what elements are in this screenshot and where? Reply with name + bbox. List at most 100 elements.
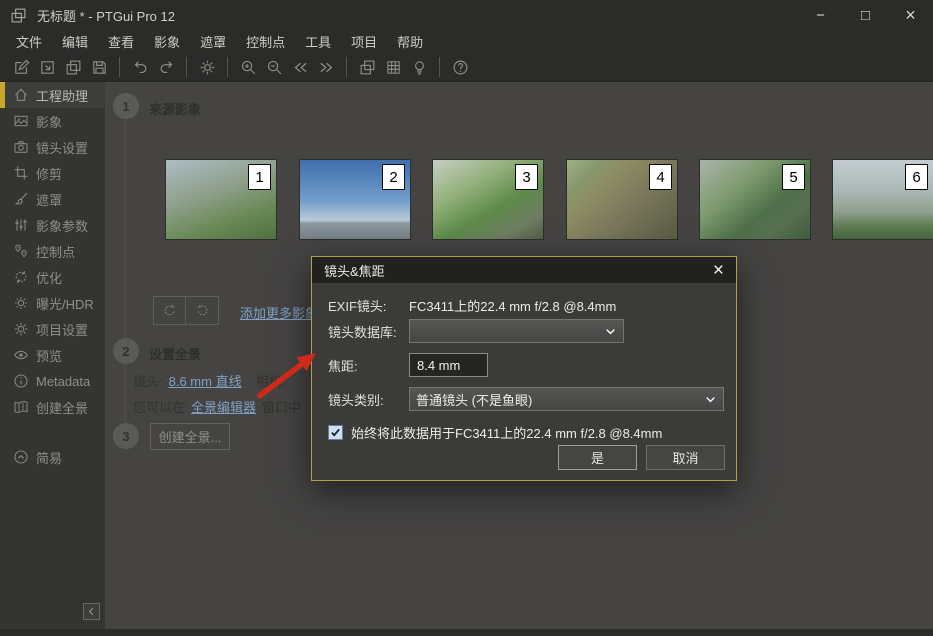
window-controls: − □ × (798, 0, 933, 30)
chevron-left-icon (86, 606, 97, 617)
menu-mask[interactable]: 遮罩 (190, 30, 236, 53)
check-icon (330, 427, 341, 438)
previous-image-icon[interactable] (287, 55, 313, 79)
add-more-images-link[interactable]: 添加更多影象 (240, 303, 318, 322)
menu-view[interactable]: 查看 (98, 30, 144, 53)
yes-button[interactable]: 是 (558, 445, 637, 470)
panorama-editor-link[interactable]: 全景编辑器 (191, 397, 256, 416)
info-icon (13, 373, 29, 389)
menu-edit[interactable]: 编辑 (52, 30, 98, 53)
exif-lens-value: FC3411上的22.4 mm f/2.8 @8.4mm (409, 296, 616, 315)
sidebar-item-mask[interactable]: 遮罩 (0, 186, 105, 212)
focal-length-input[interactable]: 8.4 mm (409, 353, 488, 377)
sidebar-item-optimizer[interactable]: 优化 (0, 264, 105, 290)
focal-length-label: 焦距: (328, 356, 409, 375)
new-project-icon[interactable] (8, 55, 34, 79)
light-icon[interactable] (406, 55, 432, 79)
step1-circle: 1 (113, 93, 139, 119)
next-image-icon[interactable] (313, 55, 339, 79)
toolbar (0, 53, 933, 82)
editor-hint-before: 您可以在 (133, 397, 185, 416)
detail-viewer-icon[interactable] (380, 55, 406, 79)
always-use-row: 始终将此数据用于FC3411上的22.4 mm f/2.8 @8.4mm (328, 422, 662, 442)
lens-focal-dialog: 镜头&焦距 × EXIF镜头: FC3411上的22.4 mm f/2.8 @8… (311, 256, 737, 481)
sidebar-item-label: 修剪 (36, 164, 62, 183)
sidebar-item-label: 简易 (36, 448, 62, 467)
rotate-buttons (153, 296, 219, 325)
sidebar-item-crop[interactable]: 修剪 (0, 160, 105, 186)
chevron-down-icon (704, 393, 717, 406)
sidebar-item-project-settings[interactable]: 项目设置 (0, 316, 105, 342)
menu-control-points[interactable]: 控制点 (236, 30, 295, 53)
source-image-thumbnail[interactable]: 1 (165, 159, 277, 240)
image-number-badge: 4 (649, 164, 672, 190)
rotate-ccw-button[interactable] (153, 296, 186, 325)
sidebar-item-control-points[interactable]: 控制点 (0, 238, 105, 264)
window-title: 无标题 * - PTGui Pro 12 (37, 6, 175, 25)
image-number-badge: 5 (782, 164, 805, 190)
duplicate-icon[interactable] (60, 55, 86, 79)
sidebar-item-preview[interactable]: 预览 (0, 342, 105, 368)
zoom-out-icon[interactable] (261, 55, 287, 79)
menu-images[interactable]: 影象 (144, 30, 190, 53)
source-image-thumbnail[interactable]: 5 (699, 159, 811, 240)
brush-icon (13, 191, 29, 207)
source-image-thumbnail[interactable]: 6 (832, 159, 933, 240)
source-image-thumbnail[interactable]: 2 (299, 159, 411, 240)
lens-settings-link[interactable]: 8.6 mm 直线 (169, 371, 242, 390)
open-project-icon[interactable] (34, 55, 60, 79)
sun-icon (13, 295, 29, 311)
sidebar-item-exposure-hdr[interactable]: 曝光/HDR (0, 290, 105, 316)
sidebar-item-create-panorama[interactable]: 创建全景 (0, 394, 105, 420)
lens-database-select[interactable] (409, 319, 624, 343)
dialog-body: EXIF镜头: FC3411上的22.4 mm f/2.8 @8.4mm 镜头数… (312, 283, 736, 480)
toolbar-separator (227, 57, 228, 77)
help-icon[interactable] (447, 55, 473, 79)
menu-file[interactable]: 文件 (6, 30, 52, 53)
sidebar: 工程助理 影象 镜头设置 修剪 遮罩 影象参数 (0, 82, 105, 629)
cancel-button[interactable]: 取消 (646, 445, 725, 470)
app-window: 无标题 * - PTGui Pro 12 − □ × 文件 编辑 查看 影象 遮… (0, 0, 933, 636)
sidebar-item-images[interactable]: 影象 (0, 108, 105, 134)
sidebar-item-metadata[interactable]: Metadata (0, 368, 105, 394)
sidebar-item-lens-settings[interactable]: 镜头设置 (0, 134, 105, 160)
always-use-checkbox[interactable] (328, 425, 343, 440)
window-bottom-edge (0, 629, 933, 636)
image-icon (13, 113, 29, 129)
sidebar-item-label: 镜头设置 (36, 138, 88, 157)
step1-label: 来源影象 (149, 99, 201, 118)
step2-label: 设置全景 (149, 344, 201, 363)
maximize-button[interactable]: □ (843, 0, 888, 30)
source-image-thumbnail[interactable]: 3 (432, 159, 544, 240)
camera-icon (13, 139, 29, 155)
titlebar: 无标题 * - PTGui Pro 12 − □ × (0, 0, 933, 30)
source-image-thumbnail[interactable]: 4 (566, 159, 678, 240)
close-button[interactable]: × (888, 0, 933, 30)
rotate-cw-icon (195, 303, 210, 318)
sidebar-item-label: Metadata (36, 374, 90, 389)
menu-project[interactable]: 项目 (341, 30, 387, 53)
sidebar-item-project-assistant[interactable]: 工程助理 (0, 82, 105, 108)
rotate-cw-button[interactable] (186, 296, 219, 325)
sidebar-item-simple-mode[interactable]: 简易 (0, 444, 105, 470)
sidebar-gap (0, 420, 105, 444)
menu-help[interactable]: 帮助 (387, 30, 433, 53)
create-panorama-button[interactable]: 创建全景... (150, 423, 230, 450)
menu-tools[interactable]: 工具 (295, 30, 341, 53)
sidebar-collapse-button[interactable] (83, 603, 100, 620)
dialog-titlebar: 镜头&焦距 × (312, 257, 736, 283)
redo-icon[interactable] (153, 55, 179, 79)
toolbar-separator (186, 57, 187, 77)
home-icon (13, 87, 29, 103)
app-icon (10, 7, 27, 24)
zoom-in-icon[interactable] (235, 55, 261, 79)
lens-type-select[interactable]: 普通镜头 (不是鱼眼) (409, 387, 724, 411)
save-icon[interactable] (86, 55, 112, 79)
minimize-button[interactable]: − (798, 0, 843, 30)
lens-summary-row: 镜头: 8.6 mm 直线 相机: (133, 371, 285, 390)
dialog-close-icon[interactable]: × (713, 261, 724, 280)
settings-icon[interactable] (194, 55, 220, 79)
undo-icon[interactable] (127, 55, 153, 79)
sidebar-item-image-parameters[interactable]: 影象参数 (0, 212, 105, 238)
panorama-editor-icon[interactable] (354, 55, 380, 79)
